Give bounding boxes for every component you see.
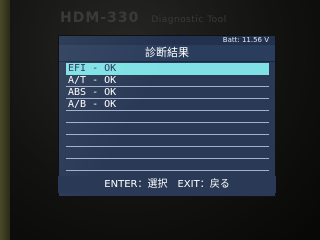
device-model: HDM-330 — [60, 10, 140, 26]
result-item[interactable]: ABS - OK — [66, 87, 269, 99]
status-bar: Batt: 11.56 V — [59, 36, 275, 45]
lcd-screen: Batt: 11.56 V 診断結果 EFI - OK A/T - OK ABS -… — [58, 35, 276, 197]
screen-title: 診断結果 — [145, 46, 189, 59]
result-item[interactable]: EFI - OK — [66, 63, 269, 75]
empty-result-row — [66, 159, 269, 171]
empty-result-row — [66, 111, 269, 123]
result-item[interactable]: A/B - OK — [66, 99, 269, 111]
device-side-strip — [0, 0, 10, 240]
empty-result-row — [66, 147, 269, 159]
empty-result-row — [66, 123, 269, 135]
device-subtitle: Diagnostic Tool — [151, 15, 227, 25]
device-brand: HDM-330 Diagnostic Tool — [60, 10, 227, 26]
battery-voltage: Batt: 11.56 V — [222, 36, 269, 44]
result-item[interactable]: A/T - OK — [66, 75, 269, 87]
title-bar: 診断結果 — [59, 45, 275, 62]
result-list: EFI - OK A/T - OK ABS - OK A/B - OK — [66, 63, 269, 192]
empty-result-row — [66, 135, 269, 147]
footer-hint: ENTER：選択 EXIT：戻る — [58, 176, 276, 193]
